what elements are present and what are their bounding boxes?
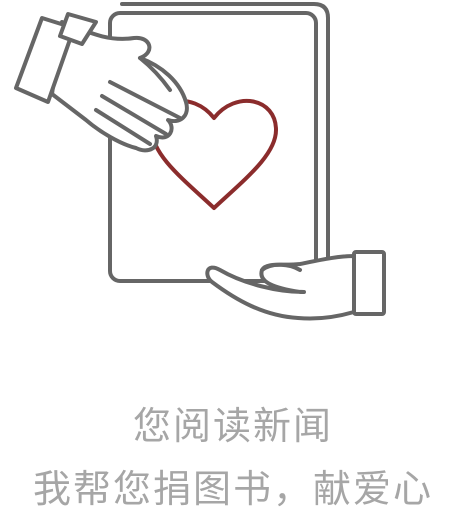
donate-book-illustration <box>0 0 466 340</box>
donate-book-icon <box>14 2 386 321</box>
caption-line-2: 我帮您捐图书，献爱心 <box>32 467 433 511</box>
caption-line-1: 您阅读新闻 <box>132 404 333 448</box>
